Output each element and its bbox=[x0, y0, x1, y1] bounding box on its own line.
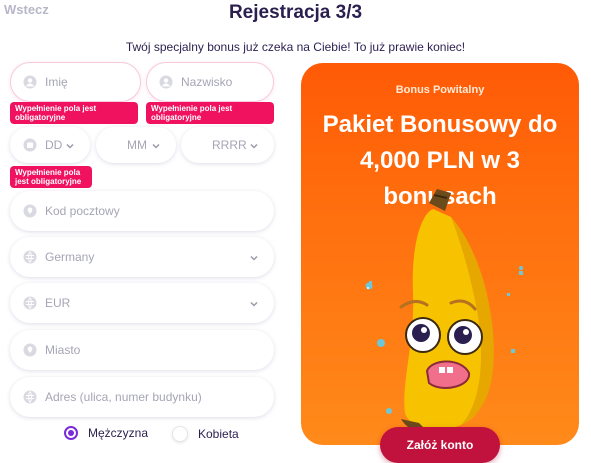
gender-female-option[interactable]: Kobieta bbox=[172, 426, 239, 442]
postal-code-placeholder: Kod pocztowy bbox=[45, 204, 120, 218]
user-icon bbox=[159, 75, 173, 89]
chevron-down-icon bbox=[249, 252, 259, 262]
promo-label: Bonus Powitalny bbox=[395, 84, 485, 96]
country-value: Germany bbox=[45, 250, 95, 264]
globe-icon bbox=[23, 296, 37, 310]
page-subtitle: Twój specjalny bonus już czeka na Ciebie… bbox=[125, 40, 466, 54]
first-name-placeholder: Imię bbox=[45, 75, 68, 89]
chevron-down-icon bbox=[249, 140, 259, 150]
user-icon bbox=[23, 75, 37, 89]
location-icon bbox=[23, 343, 37, 357]
gender-male-option[interactable]: Mężczyzna bbox=[64, 426, 148, 440]
last-name-field[interactable]: Nazwisko bbox=[146, 62, 274, 102]
calendar-icon bbox=[23, 138, 37, 152]
gender-male-label: Mężczyzna bbox=[88, 426, 149, 440]
page-title: Rejestracja 3/3 bbox=[228, 2, 363, 23]
currency-value: EUR bbox=[45, 296, 71, 310]
dob-error: Wypełnienie pola jest obligatoryjne bbox=[10, 166, 92, 188]
postal-code-field[interactable]: Kod pocztowy bbox=[10, 191, 274, 231]
gender-female-label: Kobieta bbox=[198, 427, 239, 441]
first-name-error: Wypełnienie pola jest obligatoryjne bbox=[10, 102, 138, 124]
radio-selected-icon[interactable] bbox=[64, 426, 78, 440]
location-icon bbox=[23, 204, 37, 218]
globe-icon bbox=[23, 250, 37, 264]
address-field[interactable]: Adres (ulica, numer budynku) bbox=[10, 377, 274, 417]
last-name-error: Wypełnienie pola jest obligatoryjne bbox=[146, 102, 274, 124]
currency-select[interactable]: EUR bbox=[10, 283, 274, 323]
chevron-down-icon bbox=[151, 140, 161, 150]
dob-day-value: DD bbox=[45, 138, 63, 152]
city-field[interactable]: Miasto bbox=[10, 330, 274, 370]
dob-month-select[interactable]: MM bbox=[96, 127, 176, 163]
address-placeholder: Adres (ulica, numer budynku) bbox=[45, 390, 202, 404]
chevron-down-icon bbox=[65, 140, 75, 150]
first-name-field[interactable]: Imię bbox=[10, 62, 141, 102]
radio-unselected-icon[interactable] bbox=[172, 426, 188, 442]
country-select[interactable]: Germany bbox=[10, 237, 274, 277]
banana-mascot-illustration bbox=[365, 189, 523, 433]
dob-year-select[interactable]: RRRR bbox=[181, 127, 274, 163]
bonus-promo-panel: Bonus Powitalny Pakiet Bonusowy do 4,000… bbox=[301, 63, 579, 445]
dob-year-value: RRRR bbox=[212, 138, 247, 152]
chevron-down-icon bbox=[249, 298, 259, 308]
last-name-placeholder: Nazwisko bbox=[181, 75, 233, 89]
dob-day-select[interactable]: DD bbox=[10, 127, 90, 163]
city-placeholder: Miasto bbox=[45, 343, 81, 357]
globe-icon bbox=[23, 390, 37, 404]
dob-month-value: MM bbox=[127, 138, 147, 152]
